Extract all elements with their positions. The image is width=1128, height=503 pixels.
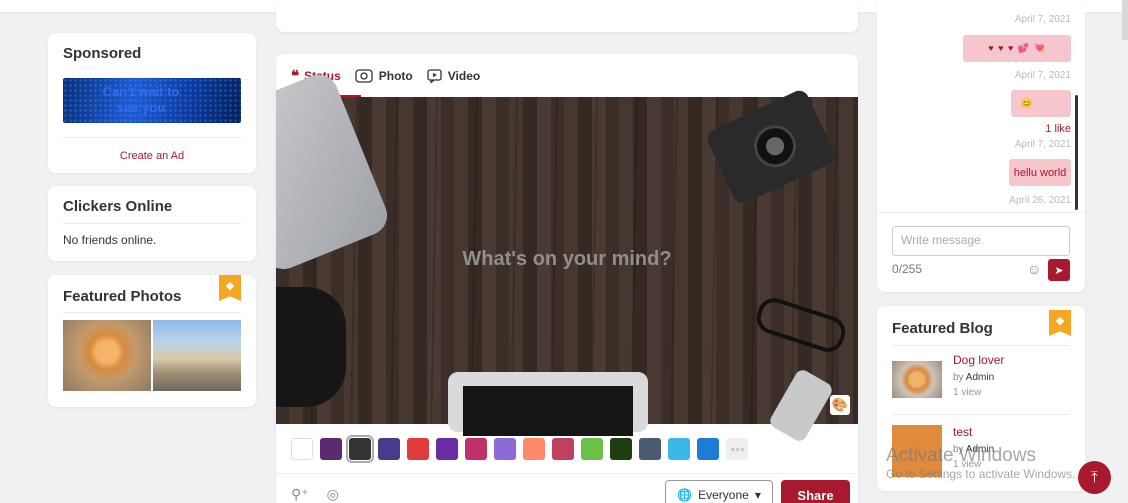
composer-tools: ⚲⁺ ◎ xyxy=(291,486,339,503)
palette-icon[interactable]: 🎨 xyxy=(830,395,850,415)
bg-phone xyxy=(767,367,835,444)
ad-banner-text: Can't wait to see you xyxy=(102,84,180,115)
video-icon xyxy=(427,69,442,83)
message-likes[interactable]: 1 like xyxy=(1045,123,1071,135)
bg-glasses xyxy=(752,293,850,357)
divider xyxy=(877,212,1085,213)
color-swatch[interactable] xyxy=(465,438,487,460)
no-friends-text: No friends online. xyxy=(63,233,157,247)
tab-photo-label: Photo xyxy=(378,69,413,83)
bg-camera xyxy=(704,87,838,207)
clickers-online-title: Clickers Online xyxy=(63,198,173,215)
blog-item[interactable]: test by Admin 1 view xyxy=(892,425,1070,481)
blog-author: by Admin xyxy=(953,444,995,455)
featured-badge: ◆ xyxy=(219,275,241,301)
message-bubble[interactable]: ♥ ♥ ♥ 💕 💘 xyxy=(963,35,1071,62)
featured-photos-title: Featured Photos xyxy=(63,288,182,305)
color-swatch[interactable] xyxy=(610,438,632,460)
sponsored-card: Sponsored Can't wait to see you Create a… xyxy=(48,33,256,173)
photo-icon xyxy=(355,69,373,83)
bg-tablet xyxy=(448,372,648,436)
message-time: April 7, 2021 xyxy=(1014,139,1071,150)
background-swatches: ∘∘∘ xyxy=(291,435,748,463)
color-swatch[interactable] xyxy=(494,438,516,460)
color-swatch[interactable] xyxy=(378,438,400,460)
color-swatch[interactable] xyxy=(523,438,545,460)
color-swatch[interactable] xyxy=(668,438,690,460)
featured-blog-title: Featured Blog xyxy=(892,320,993,337)
create-ad-link[interactable]: Create an Ad xyxy=(48,150,256,162)
color-swatch[interactable] xyxy=(581,438,603,460)
privacy-label: Everyone xyxy=(698,488,749,502)
message-time: April 7, 2021 xyxy=(1014,14,1071,25)
char-counter: 0/255 xyxy=(892,262,923,276)
diamond-icon: ◆ xyxy=(1055,315,1065,327)
previous-post-card xyxy=(276,0,858,32)
share-button[interactable]: Share xyxy=(781,480,850,503)
blog-views: 1 view xyxy=(953,387,982,398)
tag-people-icon[interactable]: ⚲⁺ xyxy=(291,486,309,503)
diamond-icon: ◆ xyxy=(225,280,235,292)
more-swatches-icon[interactable]: ∘∘∘ xyxy=(726,438,748,460)
ad-banner[interactable]: Can't wait to see you xyxy=(63,78,241,123)
globe-icon: 🌐 xyxy=(677,488,693,502)
featured-photo-dog[interactable] xyxy=(63,320,151,391)
blog-item[interactable]: Dog lover by Admin 1 view xyxy=(892,353,1070,409)
bg-headphones xyxy=(276,287,346,407)
page-scrollbar[interactable] xyxy=(1122,0,1128,40)
message-time: April 26, 2021 xyxy=(1009,195,1071,206)
tab-video-label: Video xyxy=(447,69,481,83)
color-swatch[interactable] xyxy=(320,438,342,460)
clickers-online-card: Clickers Online No friends online. xyxy=(48,186,256,261)
message-input[interactable]: Write message xyxy=(892,226,1070,256)
blog-views: 1 view xyxy=(953,459,982,470)
divider xyxy=(63,137,241,138)
divider xyxy=(892,345,1070,346)
color-swatch[interactable] xyxy=(346,435,374,463)
message-bubble[interactable]: hellu world xyxy=(1009,159,1071,186)
color-swatch[interactable] xyxy=(436,438,458,460)
message-time: April 7, 2021 xyxy=(1014,70,1071,81)
blog-thumbnail[interactable] xyxy=(892,425,942,477)
featured-photos-card: Featured Photos ◆ xyxy=(48,275,256,407)
featured-badge: ◆ xyxy=(1049,310,1071,336)
color-swatch[interactable] xyxy=(697,438,719,460)
chat-scrollbar[interactable] xyxy=(1075,95,1078,210)
divider xyxy=(892,414,1070,415)
chevron-down-icon: ▾ xyxy=(754,488,761,502)
bg-laptop xyxy=(276,68,394,276)
send-icon[interactable]: ➤ xyxy=(1048,259,1070,281)
blog-thumbnail[interactable] xyxy=(892,361,942,398)
status-composer: ❝ Status Photo Video What's on your mind… xyxy=(276,54,858,503)
featured-photo-city[interactable] xyxy=(153,320,241,391)
divider xyxy=(276,473,858,474)
emoji-icon[interactable]: ☺ xyxy=(1027,261,1041,277)
sponsored-title: Sponsored xyxy=(63,45,142,62)
featured-blog-card: Featured Blog ◆ Dog lover by Admin 1 vie… xyxy=(877,306,1085,491)
status-placeholder[interactable]: What's on your mind? xyxy=(276,248,858,271)
tab-photo[interactable]: Photo xyxy=(355,68,413,84)
blog-title[interactable]: Dog lover xyxy=(953,353,1004,367)
tab-video[interactable]: Video xyxy=(427,68,480,84)
message-bubble[interactable]: 😊 xyxy=(1011,90,1071,117)
blog-title[interactable]: test xyxy=(953,425,972,439)
divider xyxy=(63,312,241,313)
color-swatch[interactable] xyxy=(407,438,429,460)
privacy-select[interactable]: 🌐 Everyone ▾ xyxy=(665,480,773,503)
location-icon[interactable]: ◎ xyxy=(327,486,339,503)
color-swatch[interactable] xyxy=(552,438,574,460)
divider xyxy=(63,223,241,224)
color-swatch[interactable] xyxy=(291,438,313,460)
color-swatch[interactable] xyxy=(639,438,661,460)
status-background[interactable]: What's on your mind? 🎨 xyxy=(276,68,858,444)
blog-author: by Admin xyxy=(953,372,995,383)
chat-panel: April 7, 2021 ♥ ♥ ♥ 💕 💘 April 7, 2021 😊 … xyxy=(877,0,1085,292)
scroll-to-top-button[interactable]: ⤒ xyxy=(1078,461,1111,494)
